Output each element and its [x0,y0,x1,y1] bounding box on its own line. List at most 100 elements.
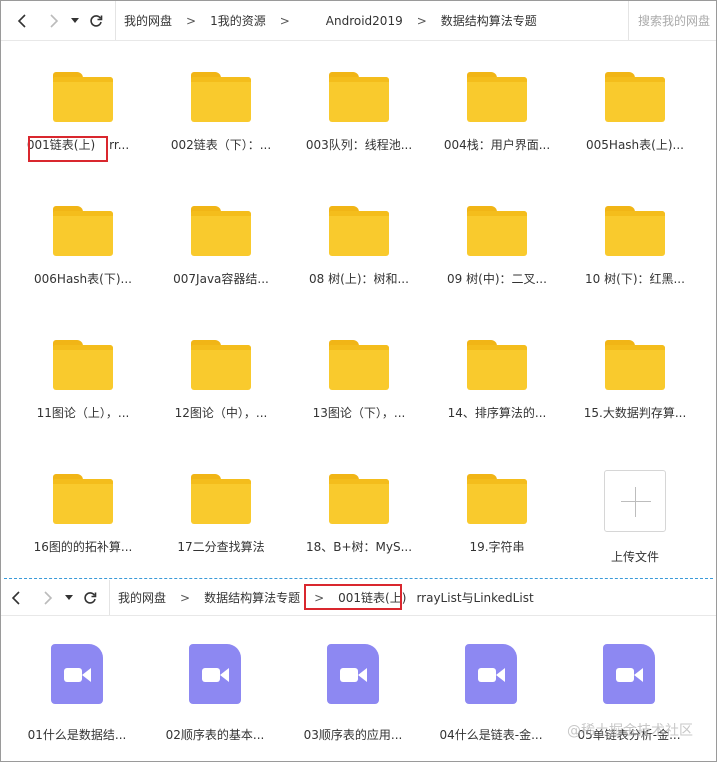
video-file-icon [51,644,103,704]
folder-item[interactable]: 13图论（下），... [290,324,428,458]
folder-label: 004栈：用户界面... [443,138,551,152]
chevron-left-icon [11,590,20,605]
history-dropdown-button[interactable] [67,8,83,34]
folder-icon [605,206,665,256]
upload-label: 上传文件 [610,550,659,564]
refresh-icon [84,591,97,604]
bottom-toolbar: 我的网盘 > 数据结构算法专题 > 001链表(上) rrayList与Link… [1,580,716,616]
folder-label: 08 树(上)：树和... [309,272,409,286]
breadcrumb-separator: > [314,590,325,605]
folder-label-main: 001链表(上) [26,138,96,152]
breadcrumb-my-disk[interactable]: 我的网盘 [114,589,170,606]
folder-label: 006Hash表(下)... [34,272,132,286]
forward-button[interactable] [41,8,67,34]
folder-label: 007Java容器结... [173,272,269,286]
folder-item[interactable]: 002链表（下）：... [152,56,290,190]
folder-icon [329,474,389,524]
video-file-item[interactable]: 03顺序表的应用... [284,628,422,743]
video-label: 05单链表分析-金... [577,728,681,742]
folder-item[interactable]: 08 树(上)：树和... [290,190,428,324]
folder-item[interactable]: 19.字符串 [428,458,566,592]
breadcrumb-separator: > [279,13,290,28]
folder-item[interactable]: 004栈：用户界面... [428,56,566,190]
search-input[interactable]: 搜索我的网盘 [628,1,716,40]
breadcrumb-overflow-text: rrayList与LinkedList [416,591,534,605]
video-label: 03顺序表的应用... [303,728,403,742]
folder-icon [191,340,251,390]
breadcrumb-my-resources[interactable]: 1我的资源 [206,12,270,29]
folder-item[interactable]: 11图论（上），... [14,324,152,458]
breadcrumb-separator: > [180,590,191,605]
video-file-item[interactable]: 04什么是链表-金... [422,628,560,743]
video-grid: 01什么是数据结... 02顺序表的基本... 03顺序表的应用... 04什么是链表… [8,628,708,743]
refresh-button[interactable] [83,8,109,34]
video-label: 04什么是链表-金... [439,728,543,742]
folder-icon [467,72,527,122]
breadcrumb-separator: > [416,13,427,28]
breadcrumb-data-structures[interactable]: 数据结构算法专题 [437,12,541,29]
folder-icon [191,474,251,524]
folder-icon [329,206,389,256]
breadcrumb-linked-list-part1[interactable]: 001链表(上) [334,589,410,606]
folder-label-tail: rr... [109,138,130,152]
folder-label: 17二分查找算法 [177,540,265,554]
panel-divider [4,578,713,579]
folder-item[interactable]: 001链表(上) rr... [14,56,152,190]
breadcrumb: 我的网盘 > 1我的资源 > Android2019 > 数据结构算法专题 [115,1,628,40]
breadcrumb: 我的网盘 > 数据结构算法专题 > 001链表(上) rrayList与Link… [109,580,716,615]
forward-button[interactable] [35,585,61,611]
caret-down-icon [71,17,79,23]
folder-item[interactable]: 15.大数据判存算... [566,324,704,458]
folder-item[interactable]: 16图的的拓补算... [14,458,152,592]
folder-item[interactable]: 12图论（中），... [152,324,290,458]
folder-label: 13图论（下），... [312,406,406,420]
folder-label: 005Hash表(上)... [586,138,684,152]
folder-item[interactable]: 09 树(中)：二叉... [428,190,566,324]
folder-label: 10 树(下)：红黑... [585,272,685,286]
folder-icon [467,206,527,256]
video-label: 02顺序表的基本... [165,728,265,742]
folder-label: 002链表（下）：... [170,138,272,152]
folder-icon [467,474,527,524]
top-toolbar: 我的网盘 > 1我的资源 > Android2019 > 数据结构算法专题 搜索… [1,1,716,41]
breadcrumb-my-disk[interactable]: 我的网盘 [120,12,176,29]
back-button[interactable] [9,8,35,34]
folder-icon [191,72,251,122]
breadcrumb-data-structures[interactable]: 数据结构算法专题 [200,589,304,606]
folder-label: 11图论（上），... [36,406,130,420]
history-dropdown-button[interactable] [61,585,77,611]
video-file-item[interactable]: 02顺序表的基本... [146,628,284,743]
folder-item[interactable]: 005Hash表(上)... [566,56,704,190]
folder-item[interactable]: 006Hash表(下)... [14,190,152,324]
chevron-right-icon [44,590,53,605]
video-file-item[interactable]: 01什么是数据结... [8,628,146,743]
folder-icon [329,340,389,390]
folder-item[interactable]: 17二分查找算法 [152,458,290,592]
chevron-right-icon [50,13,59,28]
video-file-item[interactable]: 05单链表分析-金... [560,628,698,743]
folder-item[interactable]: 003队列：线程池... [290,56,428,190]
chevron-left-icon [17,13,26,28]
back-button[interactable] [3,585,29,611]
folder-item[interactable]: 14、排序算法的... [428,324,566,458]
upload-file-button[interactable]: 上传文件 [566,458,704,592]
folder-item[interactable]: 10 树(下)：红黑... [566,190,704,324]
folder-icon [329,72,389,122]
folder-icon [53,340,113,390]
breadcrumb-android2019[interactable]: Android2019 [322,14,407,28]
folder-item[interactable]: 007Java容器结... [152,190,290,324]
refresh-button[interactable] [77,585,103,611]
caret-down-icon [65,594,73,600]
folder-item[interactable]: 18、B+树：MyS... [290,458,428,592]
breadcrumb-separator: > [186,13,197,28]
folder-icon [605,72,665,122]
folder-grid: 001链表(上) rr... 002链表（下）：... 003队列：线程池... 004… [14,56,704,592]
folder-label: 12图论（中），... [174,406,268,420]
refresh-icon [90,14,103,27]
folder-icon [53,206,113,256]
folder-icon [53,72,113,122]
folder-label: 003队列：线程池... [305,138,413,152]
folder-icon [605,340,665,390]
folder-label: 18、B+树：MyS... [305,540,413,554]
folder-icon [467,340,527,390]
